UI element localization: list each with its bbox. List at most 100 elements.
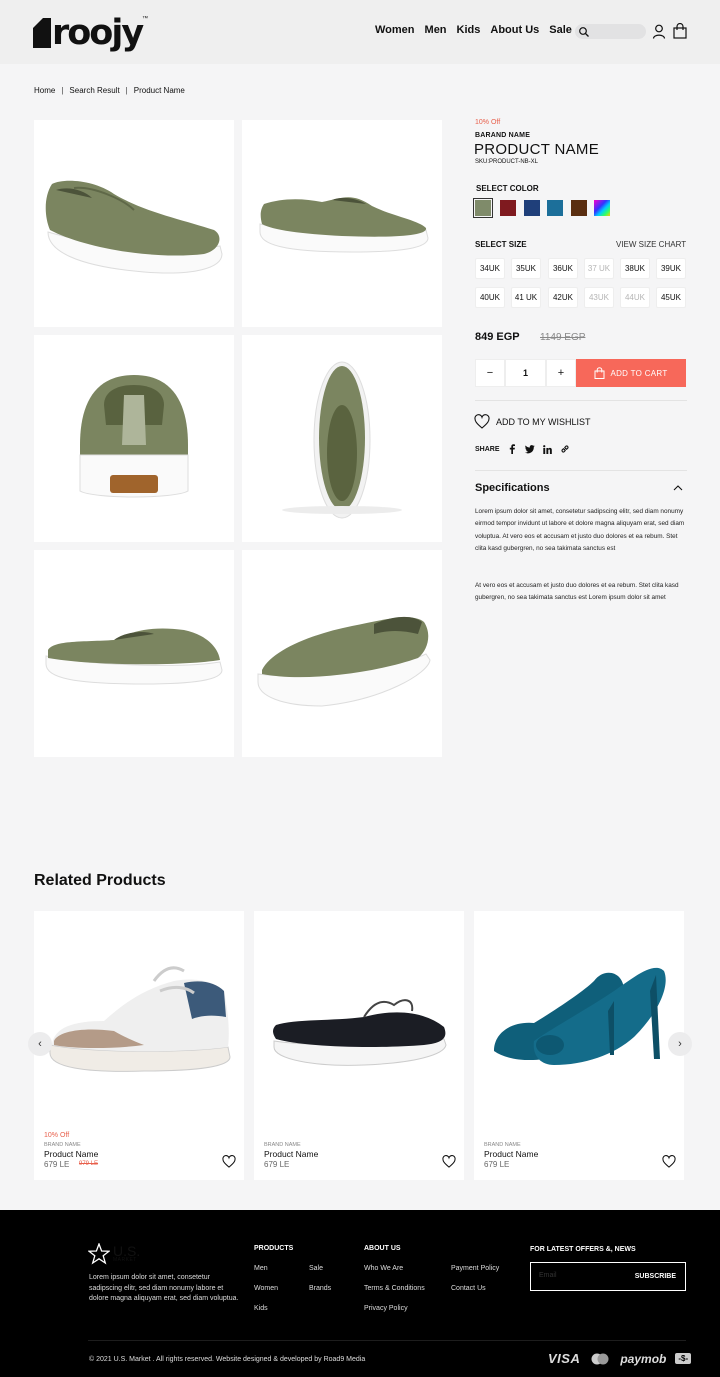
mastercard-icon bbox=[591, 1353, 609, 1364]
linkedin-icon[interactable] bbox=[542, 444, 552, 454]
size-option[interactable]: 42UK bbox=[548, 287, 578, 308]
size-option-unavailable[interactable]: 44UK bbox=[620, 287, 650, 308]
search-input[interactable] bbox=[575, 24, 646, 39]
brand-name: BARAND NAME bbox=[475, 132, 531, 139]
size-option[interactable]: 36UK bbox=[548, 258, 578, 279]
size-option[interactable]: 39UK bbox=[656, 258, 686, 279]
quantity-increase-button[interactable]: + bbox=[546, 359, 576, 387]
wishlist-label: ADD TO MY WISHLIST bbox=[496, 416, 591, 427]
size-option[interactable]: 45UK bbox=[656, 287, 686, 308]
payment-methods: VISA paymob -$- bbox=[548, 1351, 692, 1366]
breadcrumb-separator: | bbox=[61, 86, 64, 95]
newsletter-heading: FOR LATEST OFFERS &, NEWS bbox=[530, 1246, 636, 1253]
size-option[interactable]: 41 UK bbox=[511, 287, 541, 308]
heart-icon bbox=[474, 414, 490, 429]
product-name[interactable]: Product Name bbox=[264, 1149, 318, 1159]
twitter-icon[interactable] bbox=[524, 444, 535, 454]
site-header: roojy ™ Women Men Kids About Us Sale bbox=[0, 0, 720, 64]
related-product-card[interactable]: BRAND NAME Product Name 679 LE bbox=[474, 911, 684, 1180]
breadcrumb-search-result[interactable]: Search Result bbox=[69, 86, 119, 95]
specifications-title[interactable]: Specifications bbox=[475, 482, 550, 494]
breadcrumb-home[interactable]: Home bbox=[34, 86, 55, 95]
nav-item-men[interactable]: Men bbox=[425, 24, 447, 36]
product-image-1[interactable] bbox=[34, 120, 234, 327]
nav-item-kids[interactable]: Kids bbox=[457, 24, 481, 36]
old-price: 979 LE bbox=[79, 1161, 99, 1167]
footer-link-contact[interactable]: Contact Us bbox=[451, 1285, 486, 1292]
newsletter-email-field[interactable]: Email SUBSCRIBE bbox=[530, 1262, 686, 1291]
product-name[interactable]: Product Name bbox=[484, 1149, 538, 1159]
footer-link-who-we-are[interactable]: Who We Are bbox=[364, 1265, 403, 1272]
related-product-card[interactable]: BRAND NAME Product Name 679 LE bbox=[254, 911, 464, 1180]
product-image-3[interactable] bbox=[34, 335, 234, 542]
breadcrumb-current: Product Name bbox=[133, 86, 185, 95]
heart-icon[interactable] bbox=[662, 1155, 676, 1168]
add-to-wishlist-button[interactable]: ADD TO MY WISHLIST bbox=[474, 414, 591, 429]
user-icon[interactable] bbox=[652, 24, 666, 39]
color-swatch-brown[interactable] bbox=[571, 200, 587, 216]
facebook-icon[interactable] bbox=[508, 444, 517, 454]
carousel-next-button[interactable]: › bbox=[668, 1032, 692, 1056]
color-swatch-blue[interactable] bbox=[547, 200, 563, 216]
product-image-4[interactable] bbox=[242, 335, 442, 542]
shoe-side-image bbox=[45, 628, 223, 685]
footer-link-men[interactable]: Men bbox=[254, 1265, 268, 1272]
site-logo[interactable]: roojy ™ bbox=[33, 14, 148, 51]
add-to-cart-label: ADD TO CART bbox=[610, 368, 668, 378]
product-image-5[interactable] bbox=[34, 550, 234, 757]
color-swatch-burgundy[interactable] bbox=[500, 200, 516, 216]
divider bbox=[475, 470, 687, 471]
footer-link-brands[interactable]: Brands bbox=[309, 1285, 331, 1292]
carousel-prev-button[interactable]: ‹ bbox=[28, 1032, 52, 1056]
size-option[interactable]: 34UK bbox=[475, 258, 505, 279]
paymob-icon: paymob bbox=[620, 1351, 667, 1366]
product-image-2[interactable] bbox=[242, 120, 442, 327]
footer-logo[interactable]: U.S. MARKET bbox=[88, 1243, 140, 1265]
shopping-bag-icon[interactable] bbox=[673, 23, 687, 39]
footer-link-kids[interactable]: Kids bbox=[254, 1305, 268, 1312]
product-image-6[interactable] bbox=[242, 550, 442, 757]
brand-name: BRAND NAME bbox=[484, 1142, 521, 1148]
footer-link-payment-policy[interactable]: Payment Policy bbox=[451, 1265, 499, 1272]
star-icon bbox=[88, 1243, 110, 1265]
quantity-decrease-button[interactable]: − bbox=[475, 359, 505, 387]
related-product-card[interactable]: 10% Off BRAND NAME Product Name 679 LE 9… bbox=[34, 911, 244, 1180]
add-to-cart-button[interactable]: ADD TO CART bbox=[576, 359, 686, 387]
search-icon bbox=[579, 27, 589, 37]
shoe-back-image bbox=[79, 375, 189, 498]
color-swatch-navy[interactable] bbox=[524, 200, 540, 216]
boat-shoe-image bbox=[273, 999, 447, 1066]
heart-icon[interactable] bbox=[442, 1155, 456, 1168]
nav-item-about-us[interactable]: About Us bbox=[490, 24, 539, 36]
email-placeholder: Email bbox=[539, 1272, 557, 1279]
size-option[interactable]: 40UK bbox=[475, 287, 505, 308]
shoe-side-image bbox=[259, 197, 429, 253]
subscribe-button[interactable]: SUBSCRIBE bbox=[635, 1273, 676, 1280]
color-swatch-olive[interactable] bbox=[473, 198, 493, 218]
footer-link-terms[interactable]: Terms & Conditions bbox=[364, 1285, 425, 1292]
size-option[interactable]: 35UK bbox=[511, 258, 541, 279]
color-swatch-multicolor[interactable] bbox=[594, 200, 610, 216]
chevron-up-icon[interactable] bbox=[673, 484, 683, 492]
footer-link-women[interactable]: Women bbox=[254, 1285, 278, 1292]
product-name[interactable]: Product Name bbox=[44, 1149, 98, 1159]
nav-item-sale[interactable]: Sale bbox=[549, 24, 572, 36]
size-option[interactable]: 38UK bbox=[620, 258, 650, 279]
specifications-text-2: At vero eos et accusam et justo duo dolo… bbox=[475, 582, 679, 602]
footer-link-sale[interactable]: Sale bbox=[309, 1265, 323, 1272]
size-chart-link[interactable]: VIEW SIZE CHART bbox=[616, 240, 686, 249]
price: 679 LE bbox=[484, 1160, 510, 1169]
quantity-input[interactable]: 1 bbox=[505, 359, 546, 387]
breadcrumb-separator: | bbox=[125, 86, 128, 95]
link-icon[interactable] bbox=[560, 444, 570, 454]
heart-icon[interactable] bbox=[222, 1155, 236, 1168]
size-option-unavailable[interactable]: 43UK bbox=[584, 287, 614, 308]
size-option-unavailable[interactable]: 37 UK bbox=[584, 258, 614, 279]
old-price: 1149 EGP bbox=[540, 332, 586, 343]
product-title: PRODUCT NAME bbox=[474, 141, 599, 158]
sneaker-image bbox=[49, 966, 231, 1072]
shoe-side-angle-image bbox=[45, 180, 223, 274]
cash-icon: -$- bbox=[675, 1353, 692, 1364]
footer-link-privacy[interactable]: Privacy Policy bbox=[364, 1305, 408, 1312]
nav-item-women[interactable]: Women bbox=[375, 24, 415, 36]
